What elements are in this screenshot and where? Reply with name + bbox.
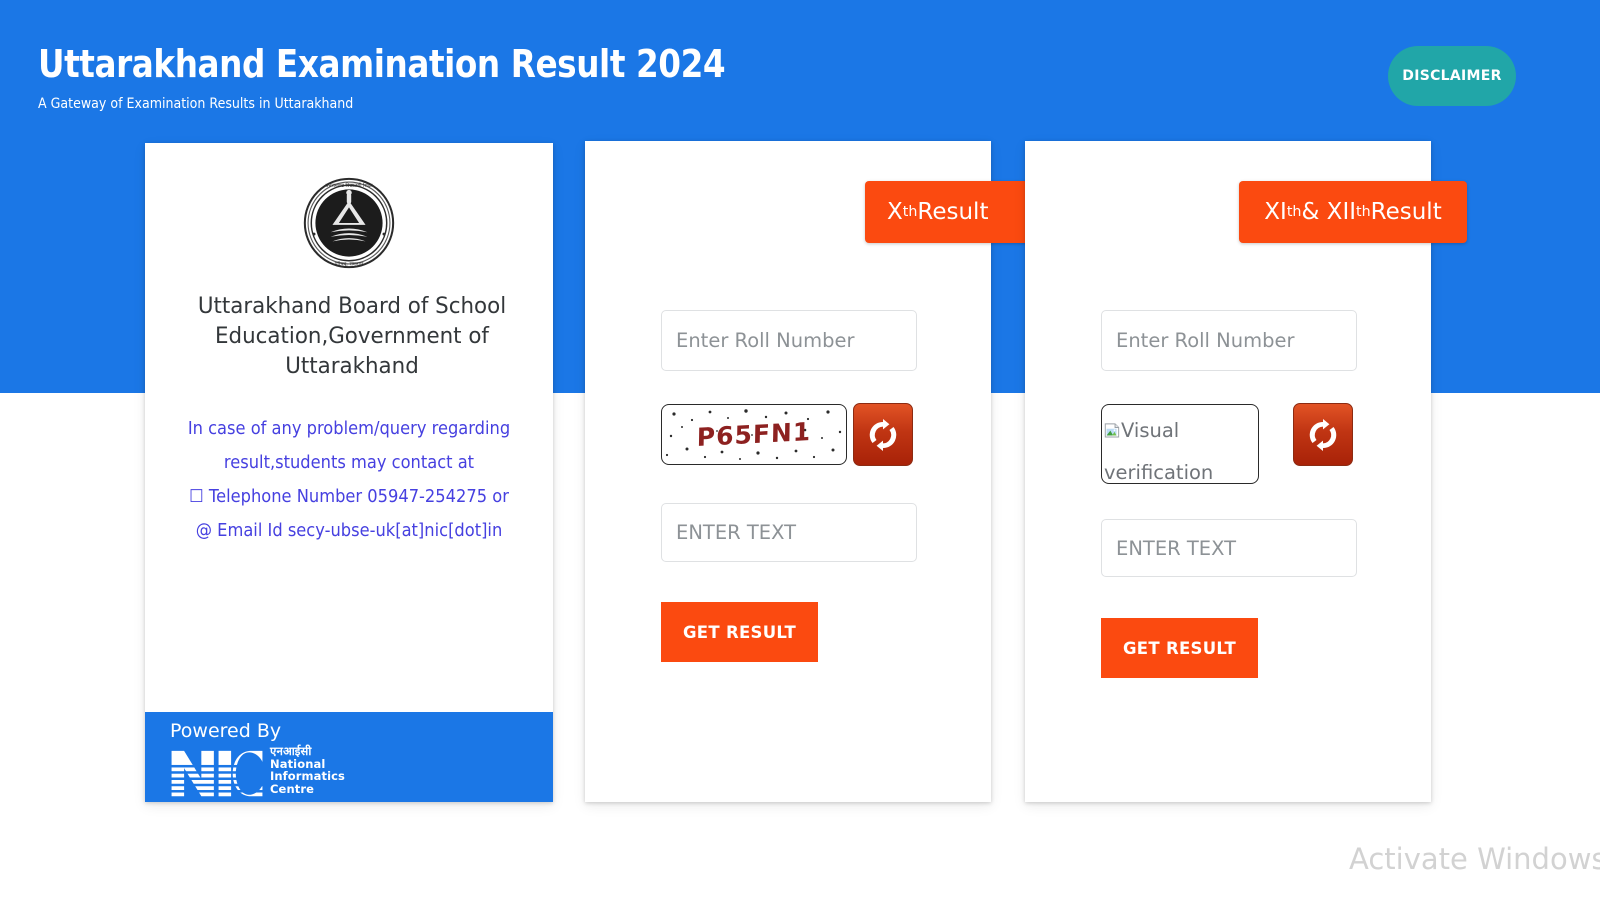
nic-logo: एनआईसी National Informatics Centre <box>170 744 553 800</box>
refresh-captcha-button-tenth[interactable] <box>853 403 913 466</box>
at-icon: @ <box>195 521 212 541</box>
page-title: Uttarakhand Examination Result 2024 <box>38 42 726 86</box>
captcha-text-input-eleventh[interactable] <box>1101 519 1357 577</box>
tab-eleventh-prefix: XI <box>1264 199 1287 225</box>
captcha-text-input-tenth[interactable] <box>661 503 917 562</box>
contact-line-2: result,students may contact at <box>223 453 475 473</box>
phone-icon: ☐ <box>189 487 204 507</box>
nic-wordmark: एनआईसी National Informatics Centre <box>270 745 345 795</box>
broken-image-icon <box>1104 423 1120 438</box>
tab-eleventh-twelfth-result[interactable]: XI th & XII th Result <box>1239 181 1467 243</box>
captcha-code-tenth: P65FN1 <box>696 416 812 453</box>
captcha-alt-text-eleventh: Visual verification <box>1104 419 1214 484</box>
contact-line-1: In case of any problem/query regarding <box>187 419 511 439</box>
nic-line-3: Centre <box>270 781 314 796</box>
tab-eleventh-suffix: Result <box>1370 199 1442 225</box>
nic-line-2: Informatics <box>270 769 345 784</box>
refresh-icon <box>869 418 897 451</box>
refresh-icon <box>1309 418 1337 451</box>
get-result-button-eleventh[interactable]: GET RESULT <box>1101 618 1258 678</box>
refresh-captcha-button-eleventh[interactable] <box>1293 403 1353 466</box>
board-info-card: उत्तराखण्ड विद्यालयी शिक्षा परिषद्, रामन… <box>145 143 553 802</box>
svg-text:परिषद्, रामनगर: परिषद्, रामनगर <box>335 260 365 267</box>
nic-logo-icon <box>171 750 263 797</box>
activate-windows-watermark: Activate Windows <box>1349 842 1600 876</box>
roll-number-input-eleventh[interactable] <box>1101 310 1357 371</box>
tab-tenth-prefix: X <box>887 199 903 225</box>
contact-email-line: @ Email Id secy-ubse-uk[at]nic[dot]in <box>169 514 530 548</box>
uttarakhand-board-emblem-icon: उत्तराखण्ड विद्यालयी शिक्षा परिषद्, रामन… <box>303 177 395 269</box>
contact-email-text: Email Id secy-ubse-uk[at]nic[dot]in <box>217 521 503 541</box>
page-root: Uttarakhand Examination Result 2024 A Ga… <box>0 0 1600 900</box>
page-subtitle: A Gateway of Examination Results in Utta… <box>38 96 354 112</box>
board-name: Uttarakhand Board of School Education,Go… <box>197 293 507 379</box>
roll-number-input-tenth[interactable] <box>661 310 917 371</box>
get-result-button-tenth[interactable]: GET RESULT <box>661 602 818 662</box>
svg-text:उत्तराखण्ड विद्यालयी शिक्षा: उत्तराखण्ड विद्यालयी शिक्षा <box>325 182 373 189</box>
powered-by-label: Powered By <box>170 720 282 742</box>
tab-tenth-suffix: Result <box>917 199 989 225</box>
captcha-image-eleventh-broken: Visual verification <box>1101 404 1259 484</box>
contact-info: In case of any problem/query regarding r… <box>169 412 530 548</box>
contact-phone-line: ☐ Telephone Number 05947-254275 or <box>169 480 530 514</box>
contact-phone-text: Telephone Number 05947-254275 or <box>208 487 509 507</box>
captcha-image-tenth: P65FN1 <box>661 404 847 465</box>
nic-footer: Powered By एनआईसी National Informatics C… <box>145 712 553 802</box>
nic-hindi-label: एनआईसी <box>270 744 312 758</box>
disclaimer-button[interactable]: DISCLAIMER <box>1388 46 1516 106</box>
tab-eleventh-middle: & XII <box>1301 199 1357 225</box>
